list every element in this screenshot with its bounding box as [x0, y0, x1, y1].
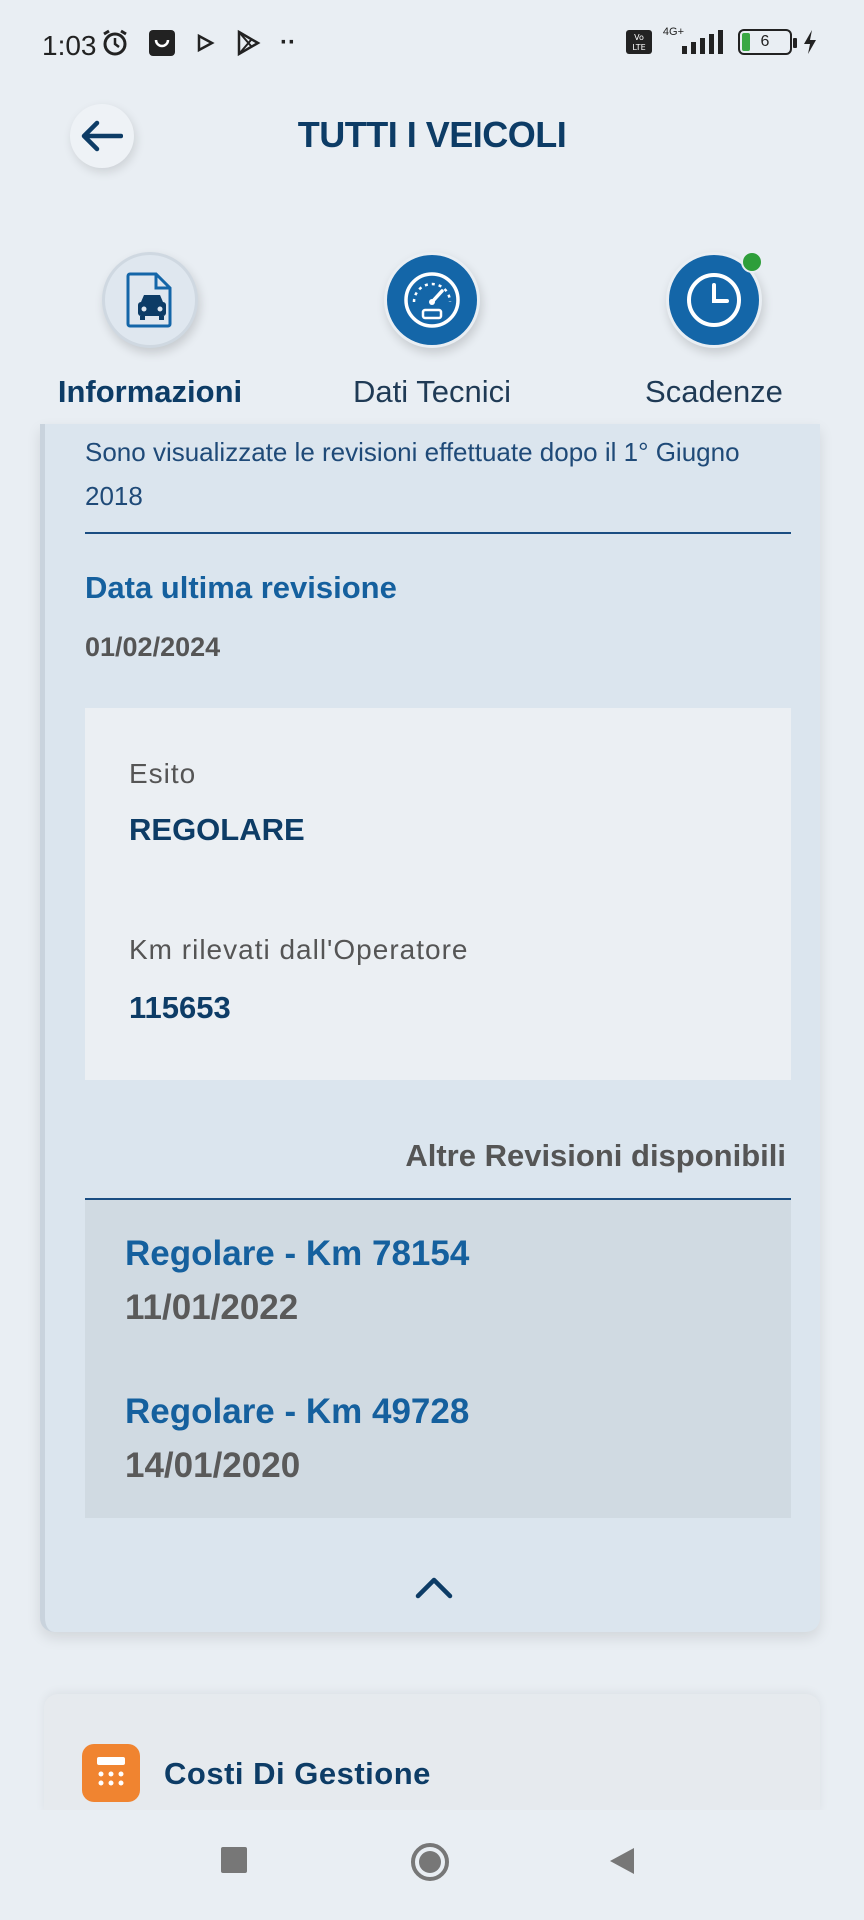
network-type: 4G+ — [662, 26, 684, 38]
system-nav-bar — [0, 1810, 864, 1920]
home-button[interactable] — [410, 1842, 450, 1882]
clock-icon — [687, 273, 741, 327]
bag-icon — [149, 30, 175, 56]
tab-informazioni-circle[interactable] — [102, 252, 198, 348]
revision-card: Sono visualizzate le revisioni effettuat… — [40, 424, 820, 1632]
volte-icon: VoLTE — [625, 30, 652, 54]
list-item[interactable]: Regolare - Km 78154 11/01/2022 — [125, 1234, 469, 1328]
alarm-icon — [103, 29, 127, 56]
svg-text:LTE: LTE — [632, 43, 645, 52]
other-revisions-title: Altre Revisioni disponibili — [405, 1138, 786, 1173]
charging-icon — [804, 30, 816, 54]
revision-date: 11/01/2022 — [125, 1288, 299, 1327]
divider — [85, 532, 791, 534]
revision-intro: Sono visualizzate le revisioni effettuat… — [85, 437, 740, 511]
page-title: TUTTI I VEICOLI — [297, 114, 567, 155]
status-bar: 1:03 ·· Vo LTE 4G+ 6 — [0, 0, 864, 92]
costs-label: Costi Di Gestione — [164, 1756, 431, 1791]
esito-value: REGOLARE — [129, 812, 305, 847]
recents-button[interactable] — [220, 1846, 248, 1874]
tab-label: Dati Tecnici — [353, 374, 511, 409]
status-time: 1:03 — [42, 30, 97, 61]
tab-informazioni[interactable]: Informazioni — [50, 252, 250, 410]
back-nav-button[interactable] — [608, 1846, 636, 1876]
revision-title: Regolare - Km 78154 — [125, 1234, 470, 1273]
tab-label: Scadenze — [645, 374, 783, 409]
play-small-icon — [197, 33, 215, 53]
svg-text:Vo: Vo — [634, 33, 644, 42]
tab-scadenze[interactable]: Scadenze — [614, 251, 814, 410]
play-store-icon — [237, 29, 261, 57]
other-revisions-list: Regolare - Km 78154 11/01/2022 Regolare … — [85, 1200, 791, 1518]
km-value: 115653 — [129, 990, 231, 1025]
last-revision-date: 01/02/2024 — [85, 632, 221, 662]
tab-scadenze-circle[interactable] — [666, 251, 763, 348]
battery-level: 6 — [760, 33, 770, 50]
revision-title: Regolare - Km 49728 — [125, 1392, 470, 1431]
car-document-icon — [126, 272, 172, 328]
tab-dati-tecnici[interactable]: Dati Tecnici — [332, 252, 532, 410]
tab-label: Informazioni — [57, 374, 243, 409]
speedometer-icon — [404, 272, 460, 328]
battery-icon: 6 — [738, 29, 797, 55]
revision-date: 14/01/2020 — [125, 1446, 301, 1485]
list-item[interactable]: Regolare - Km 49728 14/01/2020 — [125, 1392, 469, 1486]
calculator-icon — [82, 1744, 140, 1802]
more-notifications-icon: ·· — [280, 29, 296, 56]
notification-dot — [741, 251, 763, 273]
last-revision-label: Data ultima revisione — [85, 570, 397, 605]
costs-section[interactable]: Costi Di Gestione — [44, 1694, 820, 1814]
chevron-up-icon[interactable] — [414, 1572, 454, 1602]
esito-label: Esito — [129, 758, 197, 789]
revision-details: Esito REGOLARE Km rilevati dall'Operator… — [85, 708, 791, 1080]
tab-dati-tecnici-circle[interactable] — [384, 252, 480, 348]
km-label: Km rilevati dall'Operatore — [129, 934, 469, 965]
